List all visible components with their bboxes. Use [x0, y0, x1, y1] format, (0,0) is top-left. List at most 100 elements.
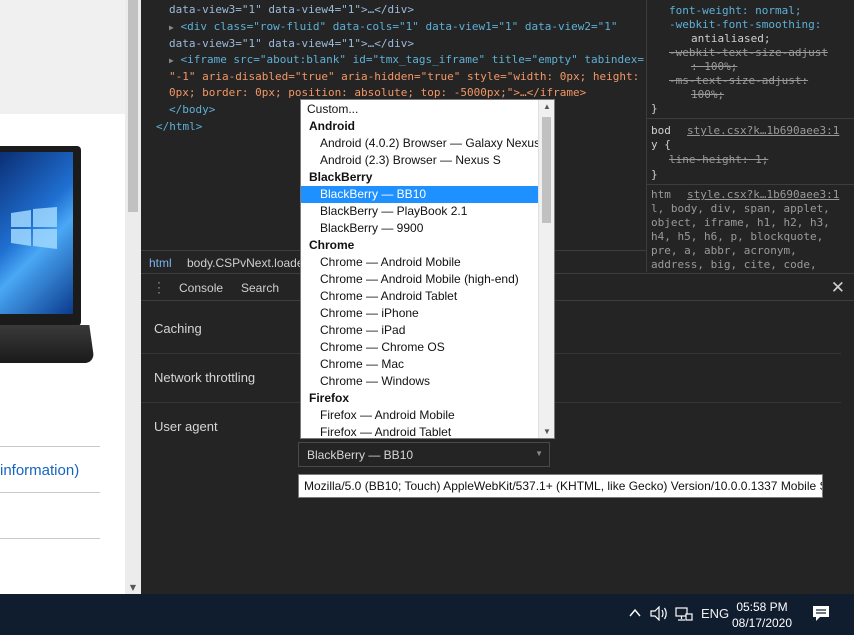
dropdown-option[interactable]: Chrome — Android Mobile (high-end)	[301, 271, 539, 288]
user-agent-label: User agent	[154, 419, 218, 434]
expand-triangle-icon[interactable]: ▶	[169, 23, 174, 32]
code-text: "-1" aria-disabled="true" aria-hidden="t…	[169, 70, 640, 83]
divider	[0, 492, 100, 493]
code-text: </html>	[156, 120, 203, 133]
breadcrumb-item-html[interactable]: html	[149, 256, 172, 270]
styles-pane: font-weight: normal; -webkit-font-smooth…	[646, 0, 854, 272]
divider	[0, 538, 100, 539]
rule-selector: pre, a, abbr, acronym,	[651, 244, 797, 257]
dropdown-option[interactable]: Chrome — iPhone	[301, 305, 539, 322]
code-text: 0px; border: 0px; position: absolute; to…	[169, 86, 587, 99]
chevron-up-icon[interactable]	[629, 608, 641, 618]
rule-close-brace: }	[651, 102, 658, 115]
rule-selector: l, body, div, span, applet,	[651, 202, 830, 215]
dom-node-line[interactable]: data-view3="1" data-view4="1">…</div>	[169, 2, 414, 19]
dom-node-line[interactable]: </html>	[156, 119, 202, 136]
code-text: <iframe src="about:blank" id="tmx_tags_i…	[180, 53, 645, 66]
rule-selector: h4, h5, h6, p, blockquote,	[651, 230, 824, 243]
dom-node-line[interactable]: "-1" aria-disabled="true" aria-hidden="t…	[169, 69, 639, 86]
dropdown-option[interactable]: Android (4.0.2) Browser — Galaxy Nexus	[301, 135, 540, 152]
dropdown-option[interactable]: Chrome — Android Tablet	[301, 288, 539, 305]
breadcrumb-item-body[interactable]: body.CSPvNext.loade	[187, 256, 304, 270]
rule-selector[interactable]: htm	[651, 188, 671, 202]
style-value-overridden: 100%;	[691, 88, 725, 101]
windows-taskbar: ENG 05:58 PM 08/17/2020	[0, 594, 854, 635]
user-agent-select[interactable]: BlackBerry — BB10 ▼	[298, 442, 550, 467]
divider	[0, 446, 100, 447]
dropdown-scrollbar-thumb[interactable]	[542, 117, 551, 223]
laptop-image	[0, 146, 81, 326]
tab-console[interactable]: Console	[179, 281, 223, 295]
dropdown-option[interactable]: Custom...	[301, 101, 539, 118]
dom-node-line[interactable]: </body>	[169, 102, 215, 119]
rule-selector: object, iframe, h1, h2, h3,	[651, 216, 830, 229]
input-language-indicator[interactable]: ENG	[701, 606, 729, 621]
dropdown-option[interactable]: Firefox — Android Mobile	[301, 407, 539, 424]
scroll-down-arrow-icon[interactable]: ▼	[539, 427, 554, 436]
style-declaration[interactable]: font-weight: normal;	[669, 4, 801, 18]
style-declaration-overridden[interactable]: -ms-text-size-adjust:	[669, 74, 808, 88]
speaker-icon[interactable]	[650, 606, 668, 621]
expand-triangle-icon[interactable]: ▶	[169, 56, 174, 65]
devtools-window: information) ▼ data-view3="1" data-view4…	[0, 0, 854, 635]
user-agent-string-input[interactable]: Mozilla/5.0 (BB10; Touch) AppleWebKit/53…	[298, 474, 823, 498]
chevron-down-icon: ▼	[535, 449, 543, 458]
dropdown-option-selected[interactable]: BlackBerry — BB10	[301, 186, 539, 203]
dropdown-group-label: BlackBerry	[309, 170, 373, 184]
windows-logo-icon	[11, 207, 57, 249]
dom-node-line[interactable]: ▶ <iframe src="about:blank" id="tmx_tags…	[169, 52, 644, 70]
close-icon[interactable]: ✕	[831, 278, 845, 298]
rule-selector: address, big, cite, code,	[651, 258, 817, 271]
notification-icon[interactable]	[812, 605, 830, 622]
dropdown-option[interactable]: Android (2.3) Browser — Nexus S	[301, 152, 539, 169]
style-declaration-overridden[interactable]: -webkit-text-size-adjust	[669, 46, 828, 60]
code-text: </body>	[169, 103, 216, 116]
dropdown-option[interactable]: BlackBerry — 9900	[301, 220, 539, 237]
scroll-down-arrow-icon[interactable]: ▼	[125, 583, 141, 592]
scroll-up-arrow-icon[interactable]: ▲	[539, 102, 554, 111]
user-agent-dropdown-list[interactable]: Custom... Android Android (4.0.2) Browse…	[300, 99, 555, 439]
code-text: data-view3="1" data-view4="1">…</div>	[169, 37, 415, 50]
network-throttling-label: Network throttling	[154, 370, 256, 385]
page-scrollbar-thumb[interactable]	[128, 0, 138, 212]
user-agent-select-value: BlackBerry — BB10	[307, 448, 414, 462]
style-value-overridden: : 100%;	[691, 60, 738, 73]
dropdown-group-label: Firefox	[309, 391, 350, 405]
dropdown-option[interactable]: Chrome — iPad	[301, 322, 539, 339]
clock-date: 08/17/2020	[731, 616, 793, 630]
rule-selector[interactable]: bod	[651, 124, 671, 138]
page-header-area	[0, 0, 125, 114]
rule-close-brace: }	[651, 168, 658, 181]
caching-label: Caching	[154, 321, 202, 336]
stylesheet-link[interactable]: style.csx?k…1b690aee3:1	[687, 188, 839, 202]
dropdown-option[interactable]: Firefox — Android Tablet	[301, 424, 539, 438]
style-declaration[interactable]: -webkit-font-smoothing:	[669, 18, 821, 32]
dropdown-group-label: Android	[309, 119, 355, 133]
dropdown-option[interactable]: Chrome — Windows	[301, 373, 539, 390]
laptop-display	[0, 152, 73, 314]
dropdown-option[interactable]: Chrome — Mac	[301, 356, 539, 373]
code-text: data-view3="1" data-view4="1">…</div>	[169, 3, 415, 16]
style-declaration-overridden[interactable]: line-height: 1;	[669, 153, 768, 167]
code-text: <div class="row-fluid" data-cols="1" dat…	[180, 20, 618, 33]
stylesheet-link[interactable]: style.csx?k…1b690aee3:1	[687, 124, 839, 138]
taskbar-clock[interactable]: 05:58 PM 08/17/2020	[728, 599, 796, 631]
dropdown-scrollbar[interactable]: ▲ ▼	[538, 100, 554, 438]
dom-node-line[interactable]: ▶ <div class="row-fluid" data-cols="1" d…	[169, 19, 618, 37]
dropdown-option[interactable]: BlackBerry — PlayBook 2.1	[301, 203, 539, 220]
more-information-link[interactable]: information)	[0, 462, 79, 479]
clock-time: 05:58 PM	[736, 600, 788, 614]
dropdown-group-label: Chrome	[309, 238, 355, 252]
tab-search[interactable]: Search	[241, 281, 279, 295]
more-tabs-icon[interactable]: · · ·	[157, 276, 161, 298]
style-value: antialiased;	[691, 32, 771, 45]
dropdown-option[interactable]: Chrome — Android Mobile	[301, 254, 539, 271]
page-preview: information)	[0, 0, 125, 594]
dropdown-option[interactable]: Chrome — Chrome OS	[301, 339, 539, 356]
rule-separator	[647, 184, 854, 185]
page-scrollbar[interactable]: ▼	[125, 0, 141, 594]
network-icon[interactable]	[675, 606, 693, 622]
dom-node-line[interactable]: data-view3="1" data-view4="1">…</div>	[169, 36, 414, 53]
rule-selector: y {	[651, 138, 671, 151]
rule-separator	[647, 118, 854, 119]
